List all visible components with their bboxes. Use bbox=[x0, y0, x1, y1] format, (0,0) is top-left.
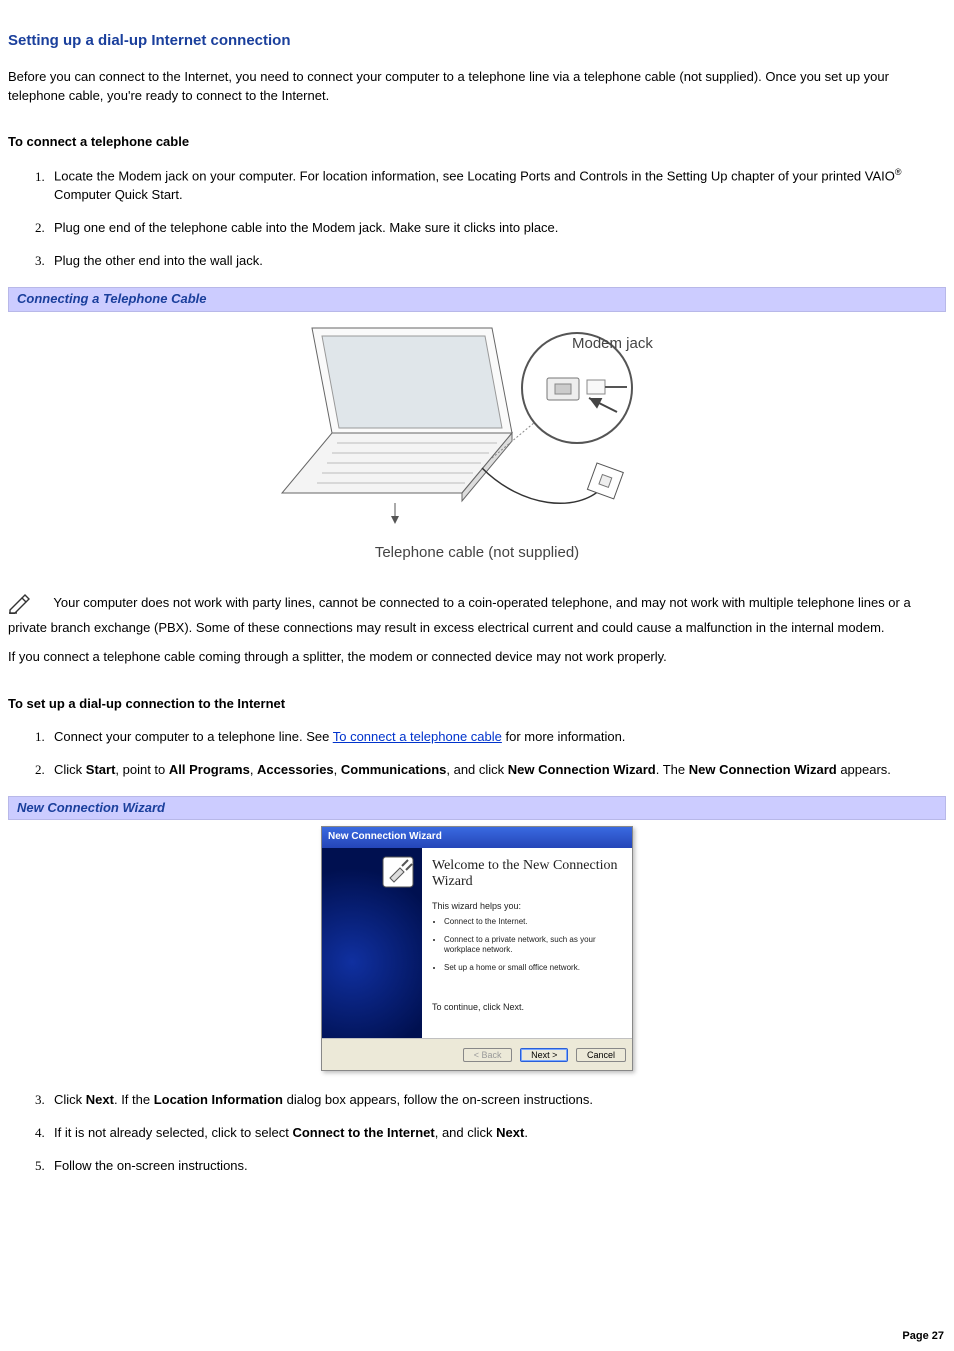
step-text: , bbox=[334, 762, 341, 777]
wizard-bullet: Connect to the Internet. bbox=[444, 917, 622, 927]
step-text: dialog box appears, follow the on-screen… bbox=[283, 1092, 593, 1107]
note-icon bbox=[8, 594, 32, 620]
bold-next: Next bbox=[86, 1092, 114, 1107]
bold-ncw: New Connection Wizard bbox=[508, 762, 656, 777]
wizard-bullet: Connect to a private network, such as yo… bbox=[444, 935, 622, 955]
step-text: , and click bbox=[435, 1125, 496, 1140]
bold-start: Start bbox=[86, 762, 116, 777]
registered-mark: ® bbox=[895, 167, 902, 177]
list-item: Connect your computer to a telephone lin… bbox=[48, 728, 946, 747]
bold-allprograms: All Programs bbox=[169, 762, 250, 777]
link-connect-cable[interactable]: To connect a telephone cable bbox=[333, 729, 502, 744]
wizard-titlebar: New Connection Wizard bbox=[322, 827, 632, 848]
step-text: . bbox=[524, 1125, 528, 1140]
note-text: Your computer does not work with party l… bbox=[8, 595, 911, 636]
list-item: Click Start, point to All Programs, Acce… bbox=[48, 761, 946, 780]
figure-cable-diagram: Modem jack Telephone cable (not supplied… bbox=[8, 318, 946, 564]
list-item: Locate the Modem jack on your computer. … bbox=[48, 166, 946, 205]
figure-wizard: New Connection Wizard Welcome to the New… bbox=[8, 826, 946, 1070]
wizard-continue: To continue, click Next. bbox=[432, 1001, 622, 1014]
figure-band-cable: Connecting a Telephone Cable bbox=[8, 287, 946, 312]
bold-accessories: Accessories bbox=[257, 762, 334, 777]
wizard-next-button[interactable]: Next > bbox=[520, 1048, 568, 1062]
step-text: for more information. bbox=[502, 729, 626, 744]
bold-location-info: Location Information bbox=[154, 1092, 283, 1107]
note-text-2: If you connect a telephone cable coming … bbox=[8, 648, 946, 667]
list-item: Follow the on-screen instructions. bbox=[48, 1157, 946, 1176]
subheading-connect-cable: To connect a telephone cable bbox=[8, 133, 946, 152]
list-item: Plug one end of the telephone cable into… bbox=[48, 219, 946, 238]
step-text: Click bbox=[54, 762, 86, 777]
step-text: Connect your computer to a telephone lin… bbox=[54, 729, 333, 744]
bold-next: Next bbox=[496, 1125, 524, 1140]
label-modem-jack: Modem jack bbox=[572, 335, 653, 352]
step-text: appears. bbox=[837, 762, 891, 777]
step-text: . The bbox=[656, 762, 689, 777]
step-text: Locate the Modem jack on your computer. … bbox=[54, 169, 895, 184]
wizard-helps: This wizard helps you: bbox=[432, 900, 622, 913]
step-text: Computer Quick Start. bbox=[54, 187, 183, 202]
bold-ncw2: New Connection Wizard bbox=[689, 762, 837, 777]
intro-paragraph: Before you can connect to the Internet, … bbox=[8, 68, 946, 106]
figure-caption: Telephone cable (not supplied) bbox=[277, 542, 677, 564]
step-text: . If the bbox=[114, 1092, 154, 1107]
step-text: , and click bbox=[446, 762, 507, 777]
wizard-bullet: Set up a home or small office network. bbox=[444, 963, 622, 973]
step-text: , point to bbox=[115, 762, 168, 777]
step-text: Click bbox=[54, 1092, 86, 1107]
steps-connect-cable: Locate the Modem jack on your computer. … bbox=[8, 166, 946, 271]
list-item: Click Next. If the Location Information … bbox=[48, 1091, 946, 1110]
wizard-welcome: Welcome to the New Connection Wizard bbox=[432, 858, 622, 890]
wizard-cancel-button[interactable]: Cancel bbox=[576, 1048, 626, 1062]
wizard-window: New Connection Wizard Welcome to the New… bbox=[321, 826, 633, 1070]
subheading-setup-dialup: To set up a dial-up connection to the In… bbox=[8, 695, 946, 714]
wizard-back-button[interactable]: < Back bbox=[463, 1048, 513, 1062]
bold-connect-internet: Connect to the Internet bbox=[292, 1125, 434, 1140]
step-text: If it is not already selected, click to … bbox=[54, 1125, 292, 1140]
figure-band-wizard: New Connection Wizard bbox=[8, 796, 946, 821]
wizard-plug-icon bbox=[382, 856, 414, 888]
steps-setup-dialup-continued: Click Next. If the Location Information … bbox=[8, 1091, 946, 1176]
steps-setup-dialup: Connect your computer to a telephone lin… bbox=[8, 728, 946, 780]
list-item: Plug the other end into the wall jack. bbox=[48, 252, 946, 271]
bold-communications: Communications bbox=[341, 762, 446, 777]
list-item: If it is not already selected, click to … bbox=[48, 1124, 946, 1143]
page-title: Setting up a dial-up Internet connection bbox=[8, 30, 946, 52]
page-number: Page 27 bbox=[902, 1329, 944, 1345]
step-text: , bbox=[250, 762, 257, 777]
wizard-sidebar bbox=[322, 848, 422, 1038]
